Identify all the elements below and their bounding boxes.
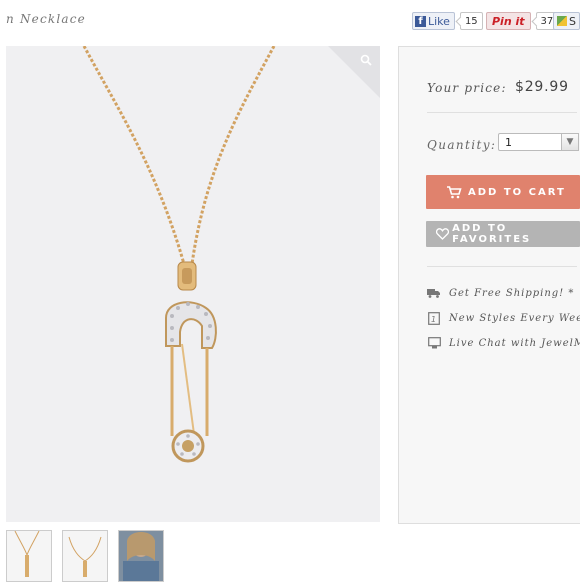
truck-icon — [427, 286, 441, 300]
cart-icon — [440, 185, 468, 199]
add-to-cart-button[interactable]: ADD TO CART — [426, 175, 580, 209]
heart-icon — [432, 228, 452, 240]
facebook-like-button[interactable]: f Like — [412, 12, 455, 30]
feature-label: New Styles Every Week — [449, 312, 580, 324]
thumbnail-1[interactable] — [6, 530, 52, 582]
quantity-label: Quantity: — [427, 138, 497, 152]
product-main-image[interactable] — [6, 46, 380, 522]
thumbnail-model-photo — [119, 531, 163, 581]
quantity-value: 1 — [505, 135, 512, 149]
share-widget[interactable]: S — [553, 12, 580, 30]
chevron-down-icon[interactable]: ▼ — [561, 133, 579, 151]
facebook-like-count: 15 — [459, 12, 483, 30]
thumbnail-3[interactable] — [118, 530, 164, 582]
feature-free-shipping: Get Free Shipping! * — [427, 286, 574, 300]
necklace-image — [82, 46, 276, 463]
feature-live-chat: Live Chat with JewelMint — [427, 336, 580, 350]
add-to-favorites-button[interactable]: ADD TO FAVORITES — [426, 221, 580, 247]
facebook-like-label: Like — [428, 14, 450, 28]
add-to-favorites-label: ADD TO FAVORITES — [452, 223, 532, 245]
purchase-panel: Your price: $29.99 Quantity: 1 ▼ ADD TO … — [398, 46, 580, 524]
svg-text:1: 1 — [431, 315, 437, 324]
divider — [427, 266, 577, 267]
monitor-icon — [427, 336, 441, 350]
divider — [427, 112, 577, 113]
magnifier-icon[interactable] — [360, 54, 372, 66]
thumbnail-necklace-flat-icon — [68, 536, 102, 577]
thumbnail-necklace-icon — [14, 531, 40, 577]
price-value: $29.99 — [515, 79, 569, 95]
share-label: S — [569, 14, 576, 28]
feature-label: Get Free Shipping! * — [449, 287, 575, 299]
price-label: Your price: — [427, 81, 507, 95]
zoom-corner[interactable] — [328, 46, 380, 98]
share-button[interactable]: S — [553, 12, 580, 30]
feature-new-styles: 1 New Styles Every Week — [427, 311, 580, 325]
pinterest-widget[interactable]: Pin it 37 — [486, 12, 559, 30]
share-icon — [557, 16, 567, 26]
facebook-icon: f — [415, 15, 426, 27]
pinterest-pin-button[interactable]: Pin it — [486, 12, 531, 30]
feature-label: Live Chat with JewelMint — [449, 337, 580, 349]
calendar-icon: 1 — [427, 311, 441, 325]
add-to-cart-label: ADD TO CART — [468, 186, 566, 198]
facebook-like-widget[interactable]: f Like 15 — [412, 12, 483, 30]
thumbnail-2[interactable] — [62, 530, 108, 582]
thumbnail-strip — [6, 530, 164, 582]
quantity-select[interactable]: 1 ▼ — [498, 133, 579, 151]
product-title: n Necklace — [6, 12, 86, 26]
